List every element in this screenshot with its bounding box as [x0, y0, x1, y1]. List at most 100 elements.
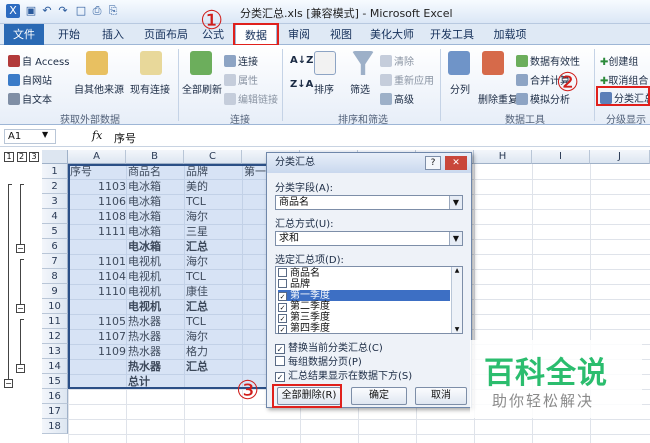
scroll-up-icon[interactable]: ▲ — [452, 267, 462, 274]
column-header[interactable]: J — [590, 150, 650, 164]
column-header[interactable]: I — [532, 150, 590, 164]
text-to-columns-button[interactable]: 分列 — [450, 81, 470, 96]
tab-review[interactable]: 审阅 — [282, 24, 316, 45]
sort-asc-icon[interactable]: A↓Z — [290, 55, 313, 66]
filter-button[interactable]: 筛选 — [350, 81, 370, 96]
tab-file[interactable]: 文件 — [4, 24, 44, 45]
collapse-group-button[interactable]: − — [16, 244, 25, 253]
row-header[interactable]: 1 — [42, 164, 68, 179]
advanced-filter-button[interactable]: 高级 — [380, 91, 414, 106]
items-list-item[interactable]: 商品名 — [278, 268, 450, 279]
items-list-item[interactable]: ✓ 第四季度 — [278, 323, 450, 334]
select-all-corner[interactable] — [42, 150, 68, 164]
row-header[interactable]: 17 — [42, 404, 68, 419]
checkbox-checked-icon[interactable]: ✓ — [278, 303, 287, 312]
print-preview-icon[interactable]: ⎙ — [90, 4, 104, 18]
from-access-button[interactable]: 自 Access — [8, 53, 69, 68]
checkbox-checked-icon[interactable]: ✓ — [278, 325, 287, 334]
checkbox-icon[interactable] — [278, 279, 287, 288]
outline-level-1[interactable]: 1 — [4, 152, 14, 162]
checkbox-icon[interactable] — [278, 268, 287, 277]
row-header[interactable]: 9 — [42, 284, 68, 299]
outline-level-2[interactable]: 2 — [16, 152, 27, 162]
tab-home[interactable]: 开始 — [52, 24, 86, 45]
function-icon[interactable]: fx — [92, 129, 102, 142]
items-list[interactable]: 商品名 品牌 ✓ 第一季度 ✓ 第二季度 ✓ 第三季度 ✓ 第四季度 ▲ ▼ — [275, 266, 463, 334]
items-list-item[interactable]: ✓ 第三季度 — [278, 312, 450, 323]
row-header[interactable]: 6 — [42, 239, 68, 254]
existing-connections-button[interactable]: 现有连接 — [130, 81, 170, 96]
sort-desc-icon[interactable]: Z↓A — [290, 79, 313, 90]
refresh-all-button[interactable]: 全部刷新 — [182, 81, 222, 96]
text-to-columns-icon — [448, 51, 470, 75]
collapse-group-button[interactable]: − — [16, 364, 25, 373]
column-header[interactable]: H — [474, 150, 532, 164]
row-header[interactable]: 3 — [42, 194, 68, 209]
tab-addins[interactable]: 加载项 — [488, 24, 532, 45]
row-header[interactable]: 7 — [42, 254, 68, 269]
function-select[interactable]: 求和 ▼ — [275, 231, 463, 246]
chevron-down-icon[interactable]: ▼ — [42, 130, 48, 139]
group-field-select[interactable]: 商品名 ▼ — [275, 195, 463, 210]
outline-bracket-group — [20, 259, 24, 304]
column-header[interactable]: C — [184, 150, 242, 164]
data-validation-button[interactable]: 数据有效性 — [516, 53, 580, 68]
reapply-button[interactable]: 重新应用 — [380, 72, 434, 87]
row-header[interactable]: 10 — [42, 299, 68, 314]
opt-pagebreak[interactable]: 每组数据分页(P) — [275, 353, 362, 368]
outline-level-3[interactable]: 3 — [29, 152, 40, 162]
checkbox-checked-icon[interactable]: ✓ — [278, 292, 287, 301]
clear-filter-button[interactable]: 清除 — [380, 53, 414, 68]
tab-view[interactable]: 视图 — [324, 24, 358, 45]
properties-button[interactable]: 属性 — [224, 72, 258, 87]
group-label-connections: 连接 — [230, 115, 250, 126]
items-list-item[interactable]: ✓ 第二季度 — [278, 301, 450, 312]
undo-icon[interactable]: ↶ — [40, 4, 54, 18]
collapse-group-button[interactable]: − — [16, 304, 25, 313]
row-header[interactable]: 18 — [42, 419, 68, 434]
opt-replace[interactable]: ✓ 替换当前分类汇总(C) — [275, 339, 383, 354]
other-sources-button[interactable]: 自其他来源 — [74, 81, 124, 96]
row-header[interactable]: 8 — [42, 269, 68, 284]
redo-icon[interactable]: ↷ — [56, 4, 70, 18]
row-header[interactable]: 12 — [42, 329, 68, 344]
edit-links-button[interactable]: 编辑链接 — [224, 91, 278, 106]
collapse-all-button[interactable]: − — [4, 379, 13, 388]
tab-developer[interactable]: 开发工具 — [426, 24, 478, 45]
from-web-button[interactable]: 自网站 — [8, 72, 52, 87]
checkbox-checked-icon[interactable]: ✓ — [278, 314, 287, 323]
cancel-button[interactable]: 取消 — [415, 387, 467, 405]
help-button[interactable]: ? — [425, 156, 441, 170]
row-header[interactable]: 2 — [42, 179, 68, 194]
outline-bracket-level2 — [8, 184, 12, 380]
row-header[interactable]: 4 — [42, 209, 68, 224]
print-icon[interactable]: ⎘ — [106, 4, 120, 18]
ungroup-button[interactable]: ✚取消组合 — [600, 72, 648, 87]
save-icon[interactable]: ▣ — [24, 4, 38, 18]
close-button[interactable]: ✕ — [445, 156, 467, 170]
items-scrollbar[interactable]: ▲ ▼ — [451, 267, 462, 333]
row-header[interactable]: 14 — [42, 359, 68, 374]
opt-below[interactable]: ✓ 汇总结果显示在数据下方(S) — [275, 367, 412, 382]
name-box[interactable]: A1 — [4, 129, 56, 144]
sort-button[interactable]: 排序 — [314, 81, 334, 96]
connections-button[interactable]: 连接 — [224, 53, 258, 68]
row-header[interactable]: 15 — [42, 374, 68, 389]
row-header[interactable]: 13 — [42, 344, 68, 359]
group-button[interactable]: ✚创建组 — [600, 53, 638, 68]
formula-content[interactable]: 序号 — [114, 130, 136, 146]
row-header[interactable]: 5 — [42, 224, 68, 239]
items-list-item[interactable]: 品牌 — [278, 279, 450, 290]
row-header[interactable]: 11 — [42, 314, 68, 329]
from-text-button[interactable]: 自文本 — [8, 91, 52, 106]
column-header[interactable]: B — [126, 150, 184, 164]
row-header[interactable]: 16 — [42, 389, 68, 404]
tab-beautify[interactable]: 美化大师 — [366, 24, 418, 45]
ok-button[interactable]: 确定 — [351, 387, 407, 405]
tab-insert[interactable]: 插入 — [96, 24, 130, 45]
items-list-item[interactable]: ✓ 第一季度 — [278, 290, 450, 301]
scroll-down-icon[interactable]: ▼ — [452, 326, 462, 333]
new-doc-icon[interactable]: □ — [74, 4, 88, 18]
column-header[interactable]: A — [68, 150, 126, 164]
tab-page-layout[interactable]: 页面布局 — [140, 24, 192, 45]
